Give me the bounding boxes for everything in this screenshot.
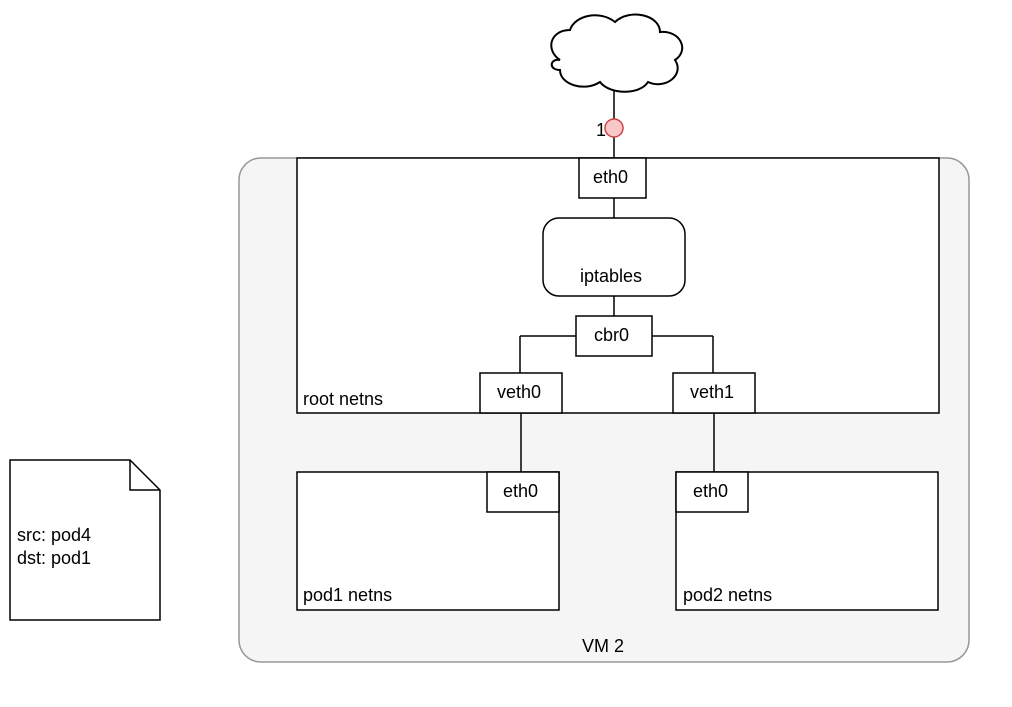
pod1-netns-label: pod1 netns [303,585,392,607]
pod2-eth0-label: eth0 [693,481,728,503]
eth0-top-label: eth0 [593,167,628,189]
cloud-icon [551,15,682,92]
network-diagram [0,0,1012,702]
root-netns-label: root netns [303,389,383,411]
marker-dot [605,119,623,137]
iptables-label: iptables [580,266,642,288]
note-line1: src: pod4 [17,525,91,547]
cbr0-label: cbr0 [594,325,629,347]
vm-label: VM 2 [582,636,624,658]
marker-label: 1 [596,120,606,142]
pod2-netns-label: pod2 netns [683,585,772,607]
note-line2: dst: pod1 [17,548,91,570]
veth1-label: veth1 [690,382,734,404]
veth0-label: veth0 [497,382,541,404]
pod1-eth0-label: eth0 [503,481,538,503]
